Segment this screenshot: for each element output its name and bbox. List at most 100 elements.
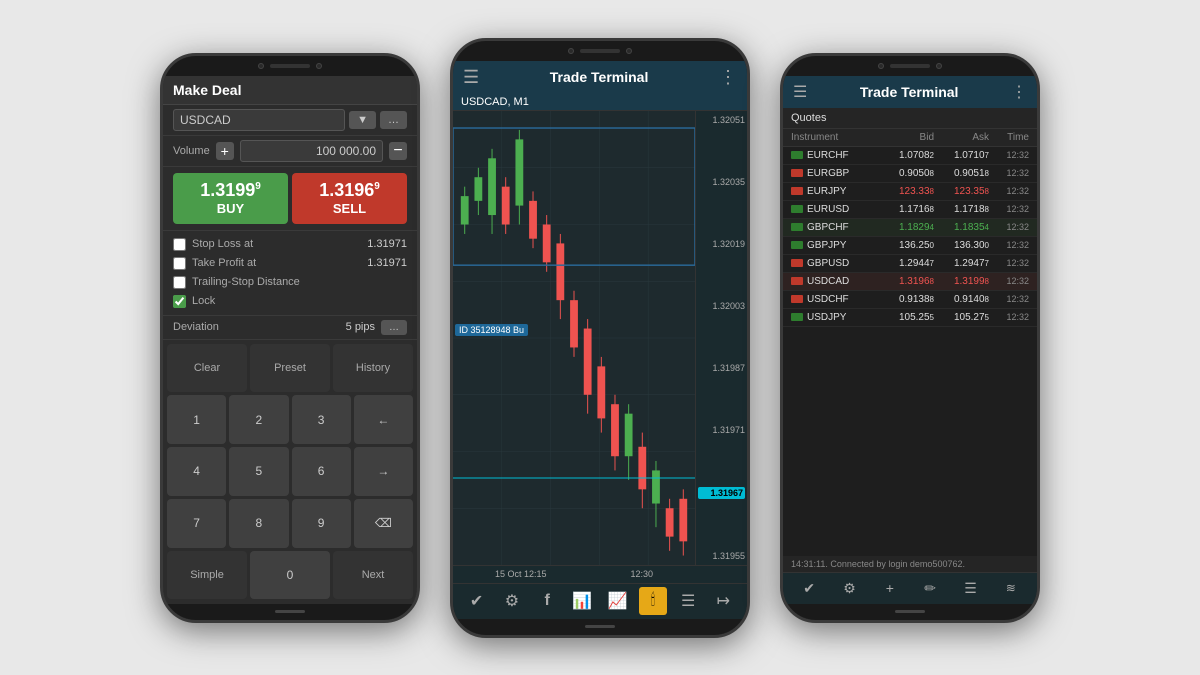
flag-gbpchf	[791, 223, 803, 231]
phone-bottom-1	[163, 604, 417, 620]
chart-tool-checkmark[interactable]: ✔	[463, 587, 491, 615]
quote-row-usdjpy[interactable]: USDJPY 105.255 105.275 12:32	[783, 309, 1037, 327]
take-profit-checkbox[interactable]	[173, 257, 186, 270]
quotes-menu-icon[interactable]: ⋮	[1011, 82, 1027, 102]
q-tool-add[interactable]: +	[878, 576, 902, 600]
quote-row-usdcad[interactable]: USDCAD 1.31968 1.31998 12:32	[783, 273, 1037, 291]
bid-eurgbp: 0.90508	[879, 168, 934, 179]
quote-row-eurusd[interactable]: EURUSD 1.17168 1.17188 12:32	[783, 201, 1037, 219]
trailing-stop-row: Trailing-Stop Distance	[173, 273, 407, 292]
ask-eurusd: 1.17188	[934, 204, 989, 215]
ask-usdchf: 0.91408	[934, 294, 989, 305]
pair-select[interactable]: USDCAD	[173, 109, 345, 131]
q-tool-signal[interactable]: ≋	[999, 576, 1023, 600]
q-tool-checkmark[interactable]: ✔	[797, 576, 821, 600]
key-5[interactable]: 5	[229, 447, 288, 496]
numpad: Clear Preset History 1 2 3 ← 4 5 6 →	[163, 340, 417, 604]
q-tool-settings[interactable]: ⚙	[837, 576, 861, 600]
sell-button[interactable]: 1.31969 SELL	[292, 173, 407, 224]
history-button[interactable]: History	[333, 344, 413, 393]
q-tool-edit[interactable]: ✏	[918, 576, 942, 600]
pair-dropdown-btn[interactable]: ▼	[349, 111, 376, 129]
camera-3b	[936, 63, 942, 69]
quote-row-usdchf[interactable]: USDCHF 0.91388 0.91408 12:32	[783, 291, 1037, 309]
preset-button[interactable]: Preset	[250, 344, 330, 393]
chart-tool-barchart[interactable]: 📊	[568, 587, 596, 615]
chart-tool-settings[interactable]: ⚙	[498, 587, 526, 615]
pair-menu-btn[interactable]: …	[380, 111, 407, 129]
instrument-usdchf: USDCHF	[791, 294, 879, 305]
flag-gbpusd	[791, 259, 803, 267]
q-tool-list[interactable]: ☰	[958, 576, 982, 600]
volume-row: Volume + 100 000.00 −	[163, 136, 417, 167]
flag-eurgbp	[791, 169, 803, 177]
instrument-eurchf: EURCHF	[791, 150, 879, 161]
price-6: 1.31971	[698, 425, 745, 435]
instrument-usdjpy: USDJPY	[791, 312, 879, 323]
key-2[interactable]: 2	[229, 395, 288, 444]
next-button[interactable]: Next	[333, 551, 413, 600]
quote-row-gbpjpy[interactable]: GBPJPY 136.250 136.300 12:32	[783, 237, 1037, 255]
key-6[interactable]: 6	[292, 447, 351, 496]
key-7[interactable]: 7	[167, 499, 226, 548]
phone-bottom-2	[453, 619, 747, 635]
quotes-toolbar: ✔ ⚙ + ✏ ☰ ≋	[783, 572, 1037, 604]
bid-usdjpy: 105.255	[879, 312, 934, 323]
instrument-gbpjpy: GBPJPY	[791, 240, 879, 251]
chart-area[interactable]: ID 35128948 Bu 1.32051 1.32035 1.32019 1…	[453, 111, 747, 565]
take-profit-value: 1.31971	[367, 257, 407, 269]
deviation-menu-btn[interactable]: …	[381, 320, 407, 335]
quotes-status: 14:31:11. Connected by login demo500762.	[783, 556, 1037, 572]
stop-loss-label: Stop Loss at	[192, 238, 253, 250]
chart-tool-candle[interactable]: 🕯	[639, 587, 667, 615]
hamburger-icon[interactable]: ☰	[463, 67, 479, 88]
time-usdcad: 12:32	[989, 276, 1029, 286]
chart-tool-arrow[interactable]: ↦	[709, 587, 737, 615]
price-1: 1.32051	[698, 115, 745, 125]
quote-row-eurchf[interactable]: EURCHF 1.07082 1.07107 12:32	[783, 147, 1037, 165]
bid-eurjpy: 123.338	[879, 186, 934, 197]
pair-row: USDCAD ▼ …	[163, 105, 417, 136]
quote-row-gbpusd[interactable]: GBPUSD 1.29447 1.29477 12:32	[783, 255, 1037, 273]
key-3[interactable]: 3	[292, 395, 351, 444]
sell-price: 1.31969	[296, 181, 403, 199]
quote-row-eurgbp[interactable]: EURGBP 0.90508 0.90518 12:32	[783, 165, 1037, 183]
quotes-hamburger-icon[interactable]: ☰	[793, 82, 807, 102]
clear-button[interactable]: Clear	[167, 344, 247, 393]
chart-tool-f[interactable]: f	[533, 587, 561, 615]
simple-button[interactable]: Simple	[167, 551, 247, 600]
phone-bottom-3	[783, 604, 1037, 620]
key-1[interactable]: 1	[167, 395, 226, 444]
quote-row-eurjpy[interactable]: EURJPY 123.338 123.358 12:32	[783, 183, 1037, 201]
ask-gbpusd: 1.29477	[934, 258, 989, 269]
buy-button[interactable]: 1.31999 BUY	[173, 173, 288, 224]
key-forward[interactable]: →	[354, 447, 413, 496]
flag-eurchf	[791, 151, 803, 159]
volume-plus-btn[interactable]: +	[216, 142, 234, 160]
key-0[interactable]: 0	[250, 551, 330, 600]
trailing-stop-checkbox[interactable]	[173, 276, 186, 289]
quote-row-gbpchf[interactable]: GBPCHF 1.18294 1.18354 12:32	[783, 219, 1037, 237]
key-backspace[interactable]: ←	[354, 395, 413, 444]
key-9[interactable]: 9	[292, 499, 351, 548]
lock-checkbox[interactable]	[173, 295, 186, 308]
key-8[interactable]: 8	[229, 499, 288, 548]
chart-header: ☰ Trade Terminal ⋮	[453, 61, 747, 94]
price-7: 1.31955	[698, 551, 745, 561]
price-5: 1.31987	[698, 363, 745, 373]
volume-input[interactable]: 100 000.00	[240, 140, 383, 162]
home-indicator-2	[585, 625, 615, 628]
chart-tool-list[interactable]: ☰	[674, 587, 702, 615]
time-label-2: 12:30	[630, 569, 653, 579]
key-delete[interactable]: ⌫	[354, 499, 413, 548]
chart-title: Trade Terminal	[550, 69, 649, 85]
chart-menu-icon[interactable]: ⋮	[719, 67, 737, 88]
chart-tool-linechart[interactable]: 📈	[604, 587, 632, 615]
camera-2	[568, 48, 574, 54]
volume-minus-btn[interactable]: −	[389, 142, 407, 160]
options-panel: Stop Loss at 1.31971 Take Profit at 1.31…	[163, 231, 417, 316]
bid-usdchf: 0.91388	[879, 294, 934, 305]
key-4[interactable]: 4	[167, 447, 226, 496]
stop-loss-checkbox[interactable]	[173, 238, 186, 251]
trailing-stop-label: Trailing-Stop Distance	[192, 276, 300, 288]
